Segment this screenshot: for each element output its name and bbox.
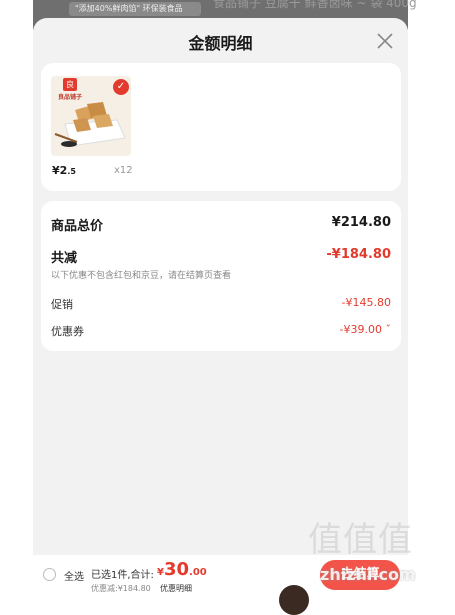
- avatar: [279, 585, 309, 615]
- total-amount: ¥30.00: [157, 559, 207, 580]
- select-all-label[interactable]: 全选: [64, 568, 84, 583]
- product-image[interactable]: 良 良品铺子 ✓: [51, 76, 131, 156]
- coupon-label: 优惠券: [51, 325, 84, 338]
- chevron-down-icon: ˇ: [382, 323, 391, 336]
- product-price: ¥2.5: [52, 164, 76, 177]
- coupon-value: -¥39.00: [339, 323, 382, 336]
- select-all-radio[interactable]: [43, 568, 56, 581]
- total-value: ¥214.80: [331, 215, 391, 230]
- background-promo-strip: "添加40%鲜肉馅" 环保装食品: [69, 2, 201, 16]
- selected-check-icon: ✓: [113, 79, 129, 95]
- selected-count: 已选1件,合计:: [91, 570, 154, 581]
- product-quantity: x12: [114, 165, 133, 176]
- watermark-site: zhizhi.com: [320, 565, 416, 584]
- background-product-title: 食品铺子 豆腐干 鲜香卤味 ~ 袋 400g: [213, 0, 417, 10]
- coupon-value-wrap[interactable]: -¥39.00 ˇ: [340, 323, 391, 336]
- total-label: 商品总价: [51, 219, 104, 234]
- amount-detail-sheet: 金额明细 良 良品铺子 ✓ ¥2.5 x12 商品总价 ¥214.80 共减 -…: [33, 18, 408, 593]
- discount-note: 以下优惠不包含红包和京豆，请在结算页查看: [51, 271, 232, 281]
- watermark-logo: 值值值: [308, 520, 413, 560]
- product-card: 良 良品铺子 ✓ ¥2.5 x12: [41, 63, 401, 191]
- bottom-discount-note: 优惠减:¥184.80: [91, 584, 151, 593]
- promo-label: 促销: [51, 298, 73, 311]
- promo-value: -¥145.80: [341, 296, 391, 309]
- discount-detail-link[interactable]: 优惠明细: [160, 583, 192, 594]
- brand-logo: 良 良品铺子: [57, 78, 82, 101]
- close-icon[interactable]: [376, 32, 394, 50]
- reduce-value: -¥184.80: [326, 247, 391, 262]
- reduce-label: 共减: [51, 251, 78, 266]
- sheet-title: 金额明细: [188, 34, 253, 53]
- price-summary-card: 商品总价 ¥214.80 共减 -¥184.80 以下优惠不包含红包和京豆，请在…: [41, 201, 401, 351]
